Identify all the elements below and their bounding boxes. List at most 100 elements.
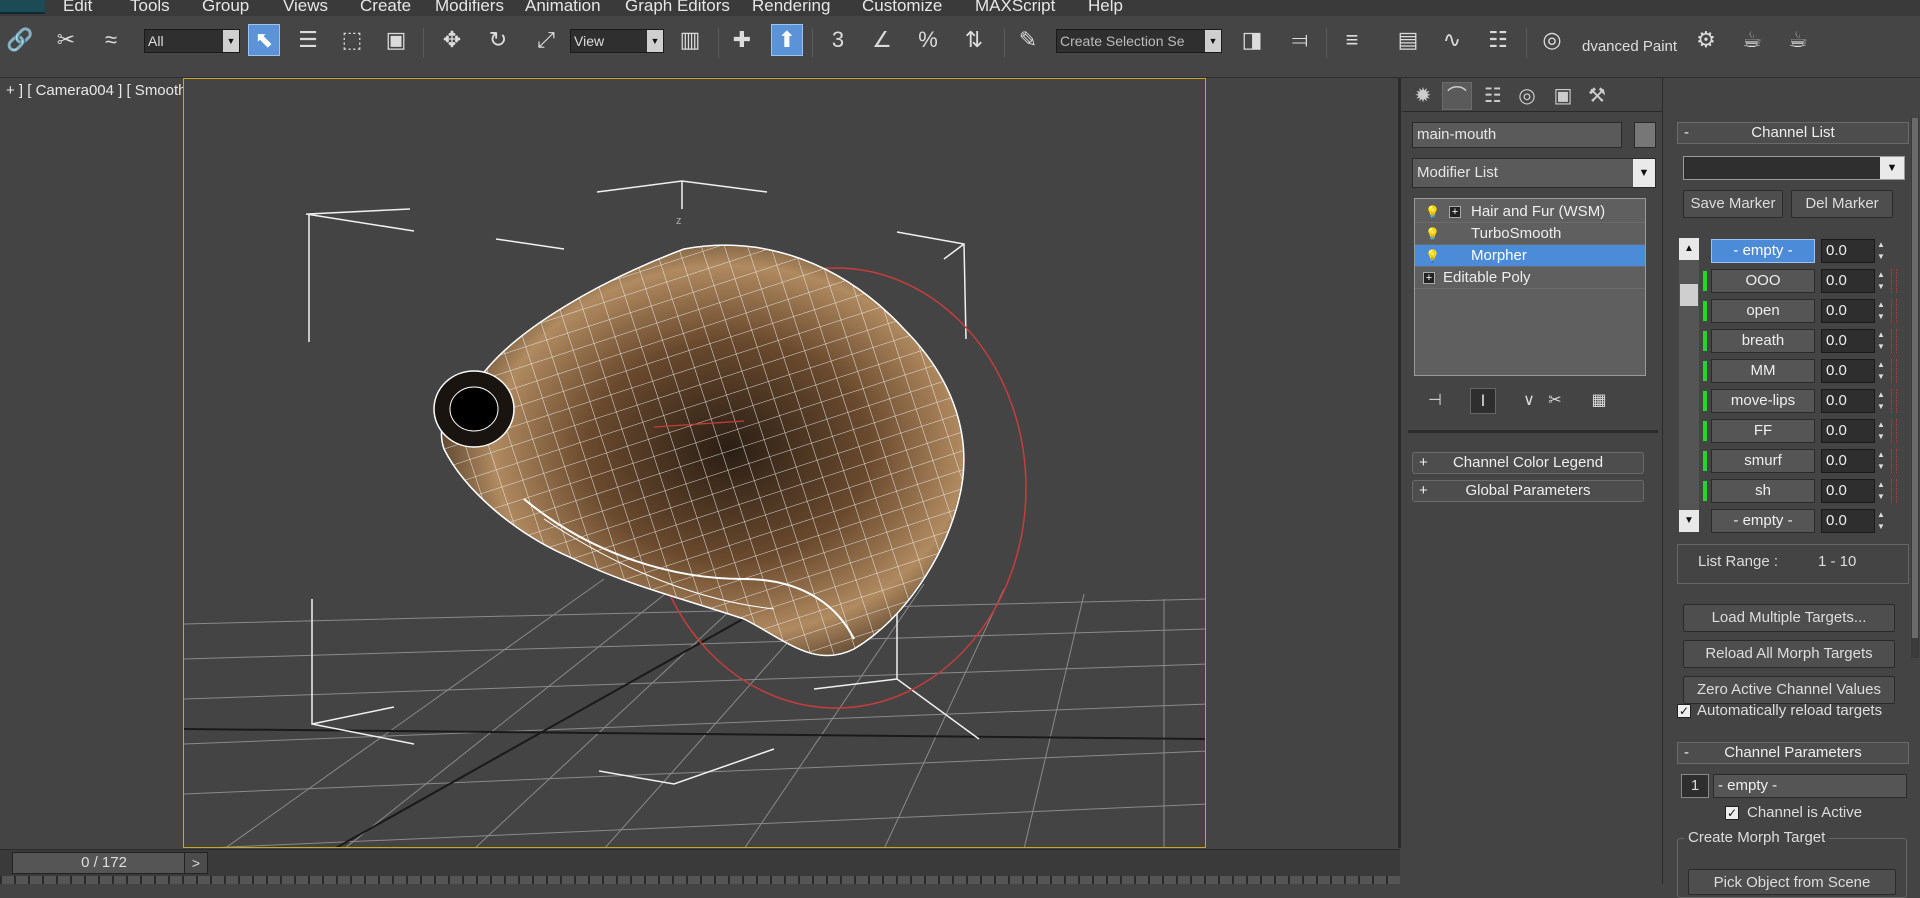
rollup-channel-parameters[interactable]: - Channel Parameters [1677, 742, 1909, 764]
channel-scrollbar[interactable]: ▲ ▼ [1679, 238, 1699, 532]
menu-customize[interactable]: Customize [862, 0, 942, 16]
menu-animation[interactable]: Animation [525, 0, 601, 16]
panel-scrollbar[interactable] [1911, 118, 1919, 658]
select-object-icon[interactable]: ⬉ [248, 24, 280, 56]
channel-value-input[interactable]: 0.0 [1821, 479, 1875, 503]
menu-modifiers[interactable]: Modifiers [435, 0, 504, 16]
channel-value-input[interactable]: 0.0 [1821, 449, 1875, 473]
menu-views[interactable]: Views [283, 0, 328, 16]
channel-button[interactable]: sh [1711, 479, 1815, 503]
motion-tab-icon[interactable]: ◎ [1512, 82, 1542, 110]
channel-button[interactable]: OOO [1711, 269, 1815, 293]
channel-button[interactable]: smurf [1711, 449, 1815, 473]
move-icon[interactable]: ✥ [436, 24, 468, 56]
expand-plus-icon[interactable]: + [1449, 206, 1461, 218]
channel-value-input[interactable]: 0.0 [1821, 509, 1875, 533]
rendered-frame-window-icon[interactable]: ☕ [1736, 24, 1768, 56]
bind-space-warp-icon[interactable]: ≈ [95, 24, 127, 56]
stack-item-hair-and-fur[interactable]: 💡 + Hair and Fur (WSM) [1415, 201, 1645, 223]
app-logo[interactable] [0, 0, 45, 14]
pivot-center-icon[interactable]: ▥ [674, 24, 706, 56]
show-end-result-icon[interactable]: Ⅰ [1470, 388, 1496, 414]
rotate-icon[interactable]: ↻ [482, 24, 514, 56]
object-color-swatch[interactable] [1634, 122, 1656, 148]
channel-button[interactable]: open [1711, 299, 1815, 323]
named-selection-sets-dropdown[interactable]: Create Selection Se ▼ [1056, 29, 1222, 53]
curve-editor-icon[interactable]: ∿ [1436, 24, 1468, 56]
load-multiple-targets-button[interactable]: Load Multiple Targets... [1683, 604, 1895, 632]
select-and-manipulate-icon[interactable]: ✚ [726, 24, 758, 56]
channel-value-input[interactable]: 0.0 [1821, 359, 1875, 383]
channel-value-input[interactable]: 0.0 [1821, 389, 1875, 413]
scroll-track[interactable] [1679, 260, 1699, 510]
spinner-snap-icon[interactable]: ⇅ [958, 24, 990, 56]
channel-is-active-checkbox[interactable]: ✓ [1725, 806, 1739, 820]
timeline-ticks[interactable] [0, 876, 1400, 884]
unlink-icon[interactable]: ✂ [50, 24, 82, 56]
channel-button[interactable]: breath [1711, 329, 1815, 353]
expand-plus-icon[interactable]: + [1423, 272, 1435, 284]
menu-help[interactable]: Help [1088, 0, 1123, 16]
channel-button[interactable]: MM [1711, 359, 1815, 383]
channel-spinner[interactable]: ▲ ▼ [1875, 389, 1887, 413]
scene-explorer-icon[interactable]: ▤ [1392, 24, 1424, 56]
channel-value-input[interactable]: 0.0 [1821, 419, 1875, 443]
reload-all-morph-targets-button[interactable]: Reload All Morph Targets [1683, 640, 1895, 668]
channel-button[interactable]: move-lips [1711, 389, 1815, 413]
remove-modifier-icon[interactable]: ✂ [1542, 388, 1568, 414]
modifier-list-dropdown[interactable]: Modifier List ▼ [1412, 158, 1656, 188]
percent-snap-icon[interactable]: % [912, 24, 944, 56]
channel-spinner[interactable]: ▲ ▼ [1875, 299, 1887, 323]
menu-edit[interactable]: Edit [63, 0, 92, 16]
pin-stack-icon[interactable]: ⊣ [1422, 388, 1448, 414]
save-marker-button[interactable]: Save Marker [1683, 190, 1783, 218]
rectangular-selection-icon[interactable]: ⬚ [336, 24, 368, 56]
pick-object-from-scene-button[interactable]: Pick Object from Scene [1688, 869, 1896, 895]
lightbulb-icon[interactable]: 💡 [1425, 204, 1440, 220]
menu-tools[interactable]: Tools [130, 0, 170, 16]
utilities-tab-icon[interactable]: ⚒ [1582, 82, 1612, 110]
rollup-channel-list[interactable]: - Channel List [1677, 122, 1909, 144]
menu-group[interactable]: Group [202, 0, 249, 16]
zero-active-channel-values-button[interactable]: Zero Active Channel Values [1683, 676, 1895, 704]
hierarchy-tab-icon[interactable]: ☷ [1478, 82, 1508, 110]
channel-spinner[interactable]: ▲ ▼ [1875, 239, 1887, 263]
auto-reload-checkbox[interactable]: ✓ [1677, 704, 1691, 718]
scroll-up-icon[interactable]: ▲ [1679, 238, 1699, 260]
marker-dropdown[interactable]: ▼ [1683, 156, 1905, 180]
stack-item-editable-poly[interactable]: + Editable Poly [1415, 267, 1645, 289]
channel-name-field[interactable]: - empty - [1713, 774, 1907, 798]
channel-value-input[interactable]: 0.0 [1821, 269, 1875, 293]
channel-value-input[interactable]: 0.0 [1821, 299, 1875, 323]
del-marker-button[interactable]: Del Marker [1791, 190, 1893, 218]
channel-spinner[interactable]: ▲ ▼ [1875, 359, 1887, 383]
camera-viewport[interactable]: z [183, 78, 1206, 848]
channel-value-input[interactable]: 0.0 [1821, 239, 1875, 263]
advanced-paint-label[interactable]: dvanced Paint [1582, 38, 1677, 55]
make-unique-icon[interactable]: ∨ [1516, 388, 1542, 414]
menu-rendering[interactable]: Rendering [752, 0, 830, 16]
schematic-view-icon[interactable]: ☷ [1482, 24, 1514, 56]
channel-spinner[interactable]: ▲ ▼ [1875, 329, 1887, 353]
channel-spinner[interactable]: ▲ ▼ [1875, 449, 1887, 473]
render-production-icon[interactable]: ☕ [1782, 24, 1814, 56]
mirror-icon[interactable]: ◨ [1236, 24, 1268, 56]
stack-item-turbosmooth[interactable]: 💡 TurboSmooth [1415, 223, 1645, 245]
channel-value-input[interactable]: 0.0 [1821, 329, 1875, 353]
scroll-down-icon[interactable]: ▼ [1679, 510, 1699, 532]
channel-button[interactable]: FF [1711, 419, 1815, 443]
material-editor-icon[interactable]: ◎ [1536, 24, 1568, 56]
channel-spinner[interactable]: ▲ ▼ [1875, 479, 1887, 503]
menu-graph-editors[interactable]: Graph Editors [625, 0, 730, 16]
channel-button[interactable]: - empty - [1711, 509, 1815, 533]
selection-filter-dropdown[interactable]: All ▼ [144, 29, 240, 53]
window-crossing-icon[interactable]: ▣ [380, 24, 412, 56]
align-icon[interactable]: ⫤ [1284, 24, 1316, 56]
panel-scroll-thumb[interactable] [1912, 118, 1918, 638]
angle-snap-icon[interactable]: ∠ [866, 24, 898, 56]
channel-spinner[interactable]: ▲ ▼ [1875, 419, 1887, 443]
modify-tab-icon[interactable]: ⌒ [1442, 82, 1472, 110]
scroll-thumb[interactable] [1680, 284, 1698, 306]
rollup-channel-color-legend[interactable]: + Channel Color Legend [1412, 452, 1644, 474]
render-setup-icon[interactable]: ⚙ [1690, 24, 1722, 56]
